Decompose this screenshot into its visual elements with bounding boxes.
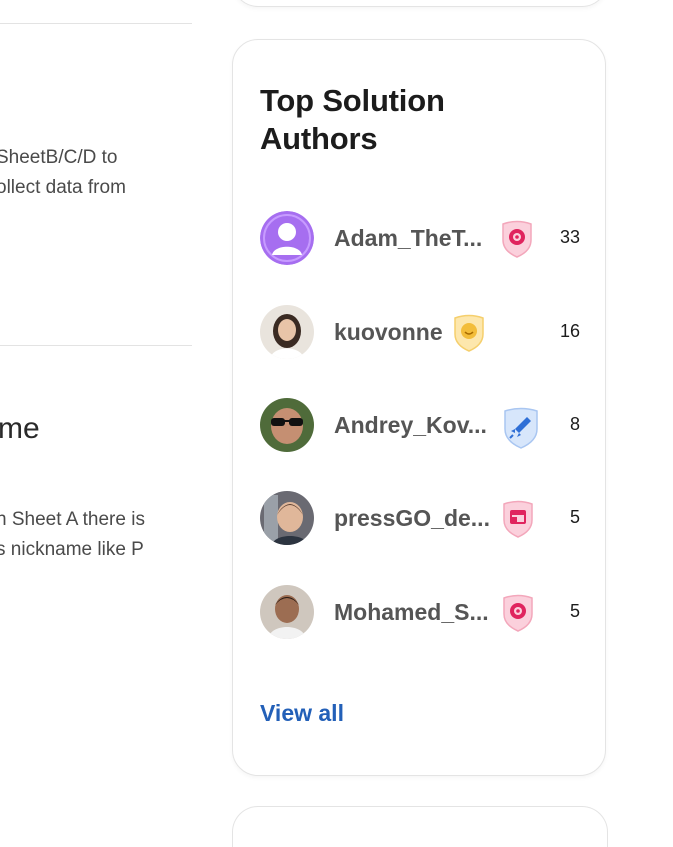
solution-count: 8: [569, 414, 580, 434]
avatar[interactable]: [260, 585, 314, 639]
user-photo-icon: [260, 305, 314, 359]
user-photo-icon: [260, 491, 314, 545]
post-excerpt-line: SheetB/C/D to: [0, 147, 118, 168]
author-name[interactable]: Mohamed_S...: [334, 599, 489, 626]
view-all-link[interactable]: View all: [260, 700, 344, 727]
post-excerpt-line: n Sheet A there is: [0, 509, 145, 530]
avatar[interactable]: [260, 305, 314, 359]
post-excerpt-line: s nickname like P: [0, 539, 144, 560]
previous-card: [232, 0, 608, 7]
divider: [0, 23, 192, 24]
default-avatar-icon: [260, 211, 314, 265]
author-row[interactable]: pressGO_de... 5: [260, 491, 580, 547]
avatar[interactable]: [260, 491, 314, 545]
author-name[interactable]: pressGO_de...: [334, 505, 490, 532]
target-badge-icon: [501, 594, 535, 632]
author-row[interactable]: Andrey_Kov... 8: [260, 398, 580, 454]
author-name[interactable]: Andrey_Kov...: [334, 412, 487, 439]
divider: [0, 345, 192, 346]
smile-badge-icon: [452, 314, 486, 352]
author-name[interactable]: kuovonne: [334, 319, 443, 346]
browser-badge-icon: [501, 500, 535, 538]
post-excerpt-line: ollect data from: [0, 177, 126, 198]
solution-count: 16: [559, 321, 580, 341]
author-row[interactable]: Adam_TheT... 33: [260, 211, 580, 267]
solution-count: 33: [559, 227, 580, 247]
user-photo-icon: [260, 585, 314, 639]
solution-count: 5: [569, 601, 580, 621]
rocket-badge-icon: [502, 407, 538, 449]
user-photo-icon: [260, 398, 314, 452]
avatar[interactable]: [260, 398, 314, 452]
post-title[interactable]: me: [0, 412, 40, 446]
top-solution-authors-card: Top Solution Authors Adam_TheT... 33 kuo…: [232, 39, 606, 776]
left-content-column: SheetB/C/D to ollect data from me n Shee…: [0, 0, 192, 816]
card-title: Top Solution Authors: [260, 83, 445, 156]
author-row[interactable]: kuovonne 16: [260, 305, 580, 361]
author-row[interactable]: Mohamed_S... 5: [260, 585, 580, 641]
author-name[interactable]: Adam_TheT...: [334, 225, 482, 252]
solution-count: 5: [569, 507, 580, 527]
next-card: [232, 806, 608, 847]
target-badge-icon: [500, 220, 534, 258]
avatar[interactable]: [260, 211, 314, 265]
